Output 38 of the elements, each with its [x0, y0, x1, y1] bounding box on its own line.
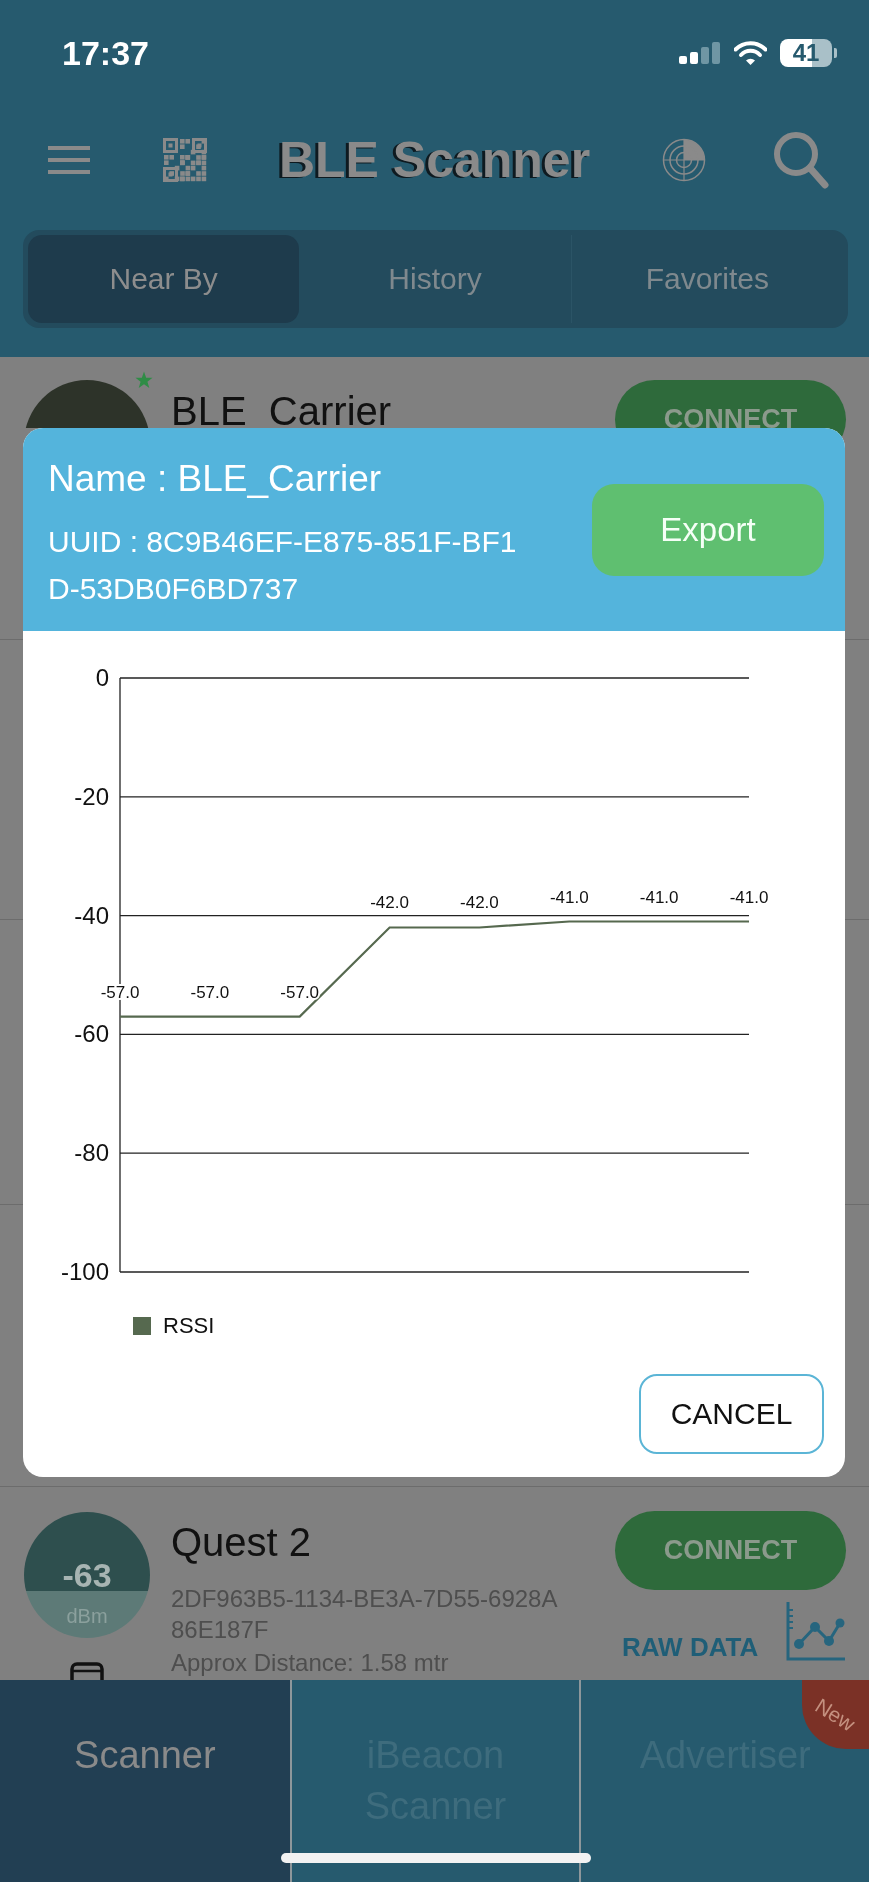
battery-indicator: 41: [780, 39, 837, 67]
segment-tab[interactable]: Favorites: [570, 235, 843, 323]
device-name: BLE_Carrier: [171, 394, 393, 428]
radar-icon[interactable]: [662, 138, 706, 182]
rssi-value: -63: [62, 1556, 112, 1594]
segment-tab[interactable]: History: [299, 235, 571, 323]
device-name: Quest 2: [171, 1520, 312, 1564]
data-label: -41.0: [729, 887, 769, 907]
menu-icon[interactable]: [48, 146, 90, 174]
signal-icon: [679, 42, 721, 64]
search-icon[interactable]: [773, 131, 829, 189]
export-button[interactable]: Export: [592, 484, 824, 576]
y-axis-label: -20: [74, 782, 109, 810]
data-label: -57.0: [190, 982, 230, 1002]
app-title: BLE Scanner: [278, 131, 591, 189]
device-name: Name : BLE_Carrier: [48, 457, 383, 501]
segment-tab[interactable]: Near By: [28, 235, 300, 323]
legend-label: RSSI: [163, 1315, 215, 1337]
data-label: -42.0: [460, 893, 499, 913]
phone-icon: [70, 1662, 104, 1680]
y-axis-label: 0: [95, 664, 109, 691]
raw-data-link[interactable]: RAW DATA: [622, 1632, 759, 1662]
status-time: 17:37: [62, 33, 149, 73]
line-chart-icon[interactable]: [785, 1602, 846, 1662]
connect-button[interactable]: CONNECT: [615, 1511, 846, 1590]
bottom-tab[interactable]: Scanner: [0, 1680, 290, 1882]
y-axis-label: -40: [74, 901, 109, 929]
y-axis-label: -60: [74, 1020, 109, 1048]
y-axis-label: -100: [60, 1258, 109, 1281]
y-axis-label: -80: [74, 1139, 109, 1167]
data-label: -41.0: [549, 887, 589, 907]
data-label: -41.0: [639, 887, 679, 907]
uuid-text: UUID : 8C9B46EF-E875-851F-BF1 D-53DB0F6BD737: [48, 524, 518, 607]
cancel-button[interactable]: CANCEL: [639, 1374, 824, 1454]
data-label: -57.0: [280, 982, 320, 1002]
data-label: -42.0: [370, 893, 409, 913]
wifi-icon: [734, 41, 767, 65]
qr-code-icon[interactable]: [163, 138, 207, 182]
